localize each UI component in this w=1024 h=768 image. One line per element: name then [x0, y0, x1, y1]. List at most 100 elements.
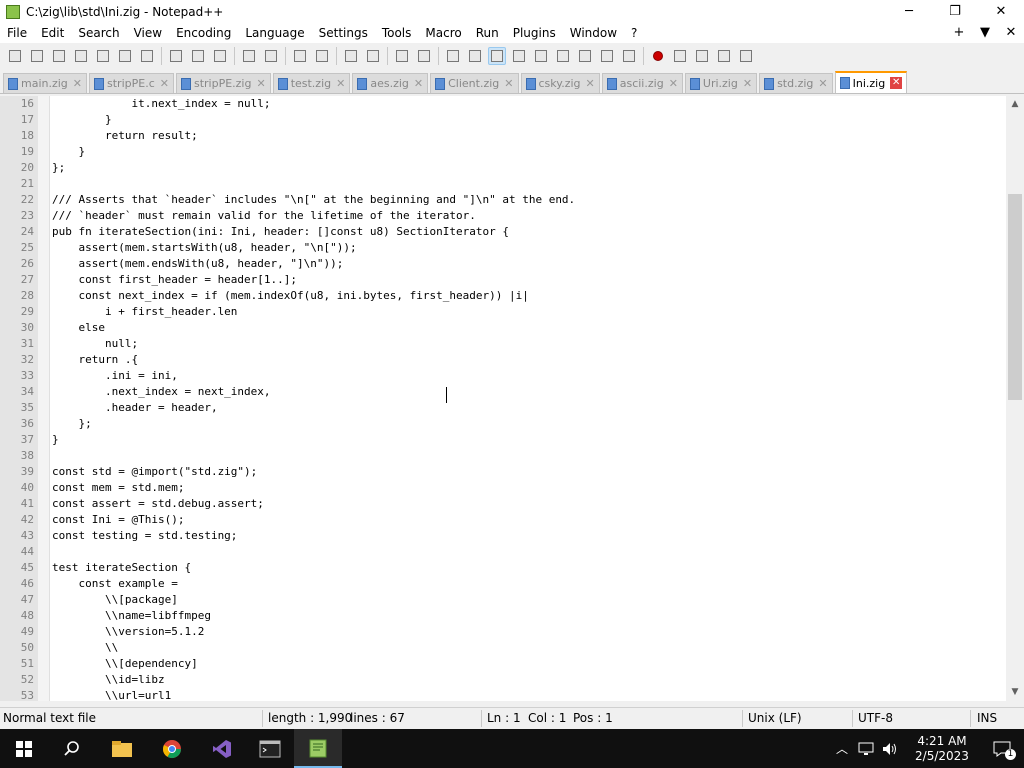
document-map-icon[interactable] — [532, 47, 550, 65]
scroll-up-arrow-icon[interactable]: ▲ — [1006, 96, 1024, 113]
code-line[interactable]: 26 assert(mem.endsWith(u8, header, "]\n"… — [0, 256, 1006, 272]
notification-center-icon[interactable]: 1 — [980, 729, 1024, 768]
tab-close-icon[interactable]: ✕ — [818, 77, 827, 90]
code-line[interactable]: 46 const example = — [0, 576, 1006, 592]
menu-help[interactable]: ? — [624, 23, 644, 43]
code-line[interactable]: 30 else — [0, 320, 1006, 336]
tab-close-icon[interactable]: ✕ — [586, 77, 595, 90]
macro-playback-icon[interactable] — [693, 47, 711, 65]
menu-file[interactable]: File — [0, 23, 34, 43]
open-file-icon[interactable] — [28, 47, 46, 65]
code-line[interactable]: 51 \\[dependency] — [0, 656, 1006, 672]
tab-strippe-c[interactable]: stripPE.c ✕ — [89, 73, 174, 93]
code-line[interactable]: 36 }; — [0, 416, 1006, 432]
code-line[interactable]: 29 i + first_header.len — [0, 304, 1006, 320]
code-line[interactable]: 34 .next_index = next_index, — [0, 384, 1006, 400]
terminal-icon[interactable] — [246, 729, 294, 768]
save-icon[interactable] — [50, 47, 68, 65]
code-line[interactable]: 28 const next_index = if (mem.indexOf(u8… — [0, 288, 1006, 304]
undo-icon[interactable] — [240, 47, 258, 65]
tab-ascii-zig[interactable]: ascii.zig ✕ — [601, 73, 683, 93]
new-file-icon[interactable] — [6, 47, 24, 65]
vertical-scrollbar[interactable]: ▲ ▼ — [1006, 96, 1024, 701]
code-line[interactable]: 39 const std = @import("std.zig"); — [0, 464, 1006, 480]
tab-close-icon[interactable]: ✕ — [890, 77, 903, 89]
code-line[interactable]: 37} — [0, 432, 1006, 448]
code-line[interactable]: 21 — [0, 176, 1006, 192]
code-line[interactable]: 23 /// `header` must remain valid for the… — [0, 208, 1006, 224]
code-line[interactable]: 38 — [0, 448, 1006, 464]
search-icon[interactable] — [48, 729, 96, 768]
code-line[interactable]: 41 const assert = std.debug.assert; — [0, 496, 1006, 512]
network-icon[interactable] — [858, 742, 874, 756]
code-line[interactable]: 48 \\name=libffmpeg — [0, 608, 1006, 624]
tab-close-icon[interactable]: ✕ — [256, 77, 265, 90]
clock[interactable]: 4:21 AM 2/5/2023 — [904, 734, 980, 764]
close-all-icon[interactable] — [116, 47, 134, 65]
code-line[interactable]: 24 pub fn iterateSection(ini: Ini, header… — [0, 224, 1006, 240]
menu-edit[interactable]: Edit — [34, 23, 71, 43]
tab-strippe-zig[interactable]: stripPE.zig ✕ — [175, 73, 271, 93]
menu-encoding[interactable]: Encoding — [169, 23, 238, 43]
tab-csky-zig[interactable]: csky.zig ✕ — [520, 73, 600, 93]
paste-icon[interactable] — [211, 47, 229, 65]
copy-icon[interactable] — [189, 47, 207, 65]
code-line[interactable]: 20}; — [0, 160, 1006, 176]
minimize-button[interactable]: ─ — [886, 0, 932, 23]
macro-run-multiple-icon[interactable] — [715, 47, 733, 65]
tab-main-zig[interactable]: main.zig ✕ — [3, 73, 88, 93]
code-line[interactable]: 40 const mem = std.mem; — [0, 480, 1006, 496]
code-editor[interactable]: 16 it.next_index = null; 17 } 18 return re… — [0, 96, 1006, 701]
menu-language[interactable]: Language — [238, 23, 311, 43]
code-line[interactable]: 18 return result; — [0, 128, 1006, 144]
code-line[interactable]: 27 const first_header = header[1..]; — [0, 272, 1006, 288]
menu-search[interactable]: Search — [71, 23, 126, 43]
tab-close-icon[interactable]: ✕ — [160, 77, 169, 90]
menu-run[interactable]: Run — [469, 23, 506, 43]
menu-settings[interactable]: Settings — [312, 23, 375, 43]
save-all-icon[interactable] — [72, 47, 90, 65]
zoom-in-icon[interactable] — [342, 47, 360, 65]
chrome-icon[interactable] — [148, 729, 196, 768]
menu-tools[interactable]: Tools — [375, 23, 419, 43]
sync-vertical-scroll-icon[interactable] — [393, 47, 411, 65]
tab-close-icon[interactable]: ✕ — [414, 77, 423, 90]
tab-ini-zig[interactable]: Ini.zig ✕ — [834, 71, 908, 93]
redo-icon[interactable] — [262, 47, 280, 65]
code-line[interactable]: 33 .ini = ini, — [0, 368, 1006, 384]
tab-std-zig[interactable]: std.zig ✕ — [759, 73, 833, 93]
menu-window[interactable]: Window — [563, 23, 624, 43]
user-defined-language-icon[interactable] — [510, 47, 528, 65]
code-line[interactable]: 42 const Ini = @This(); — [0, 512, 1006, 528]
tab-close-icon[interactable]: ✕ — [743, 77, 752, 90]
code-line[interactable]: 50 \\ — [0, 640, 1006, 656]
tab-list-dropdown-button[interactable]: ▼ — [972, 23, 998, 43]
menu-macro[interactable]: Macro — [418, 23, 468, 43]
tab-aes-zig[interactable]: aes.zig ✕ — [352, 73, 429, 93]
macro-stop-icon[interactable] — [671, 47, 689, 65]
menu-view[interactable]: View — [127, 23, 169, 43]
replace-icon[interactable] — [313, 47, 331, 65]
code-line[interactable]: 52 \\id=libz — [0, 672, 1006, 688]
macro-record-icon[interactable] — [649, 47, 667, 65]
tab-close-icon[interactable]: ✕ — [669, 77, 678, 90]
function-list-icon[interactable] — [576, 47, 594, 65]
new-tab-plus-button[interactable]: + — [946, 23, 972, 43]
start-windows-icon[interactable] — [0, 729, 48, 768]
tab-client-zig[interactable]: Client.zig ✕ — [430, 73, 519, 93]
code-line[interactable]: 22 /// Asserts that `header` includes "\n… — [0, 192, 1006, 208]
folder-as-workspace-icon[interactable] — [598, 47, 616, 65]
show-all-characters-icon[interactable] — [466, 47, 484, 65]
code-line[interactable]: 31 null; — [0, 336, 1006, 352]
find-icon[interactable] — [291, 47, 309, 65]
code-line[interactable]: 32 return .{ — [0, 352, 1006, 368]
scrollbar-thumb[interactable] — [1008, 194, 1022, 400]
menu-plugins[interactable]: Plugins — [506, 23, 563, 43]
code-line[interactable]: 16 it.next_index = null; — [0, 96, 1006, 112]
close-document-button[interactable]: ✕ — [998, 23, 1024, 43]
tab-close-icon[interactable]: ✕ — [73, 77, 82, 90]
code-line[interactable]: 49 \\version=5.1.2 — [0, 624, 1006, 640]
code-line[interactable]: 17 } — [0, 112, 1006, 128]
document-list-icon[interactable] — [554, 47, 572, 65]
code-line[interactable]: 25 assert(mem.startsWith(u8, header, "\n… — [0, 240, 1006, 256]
